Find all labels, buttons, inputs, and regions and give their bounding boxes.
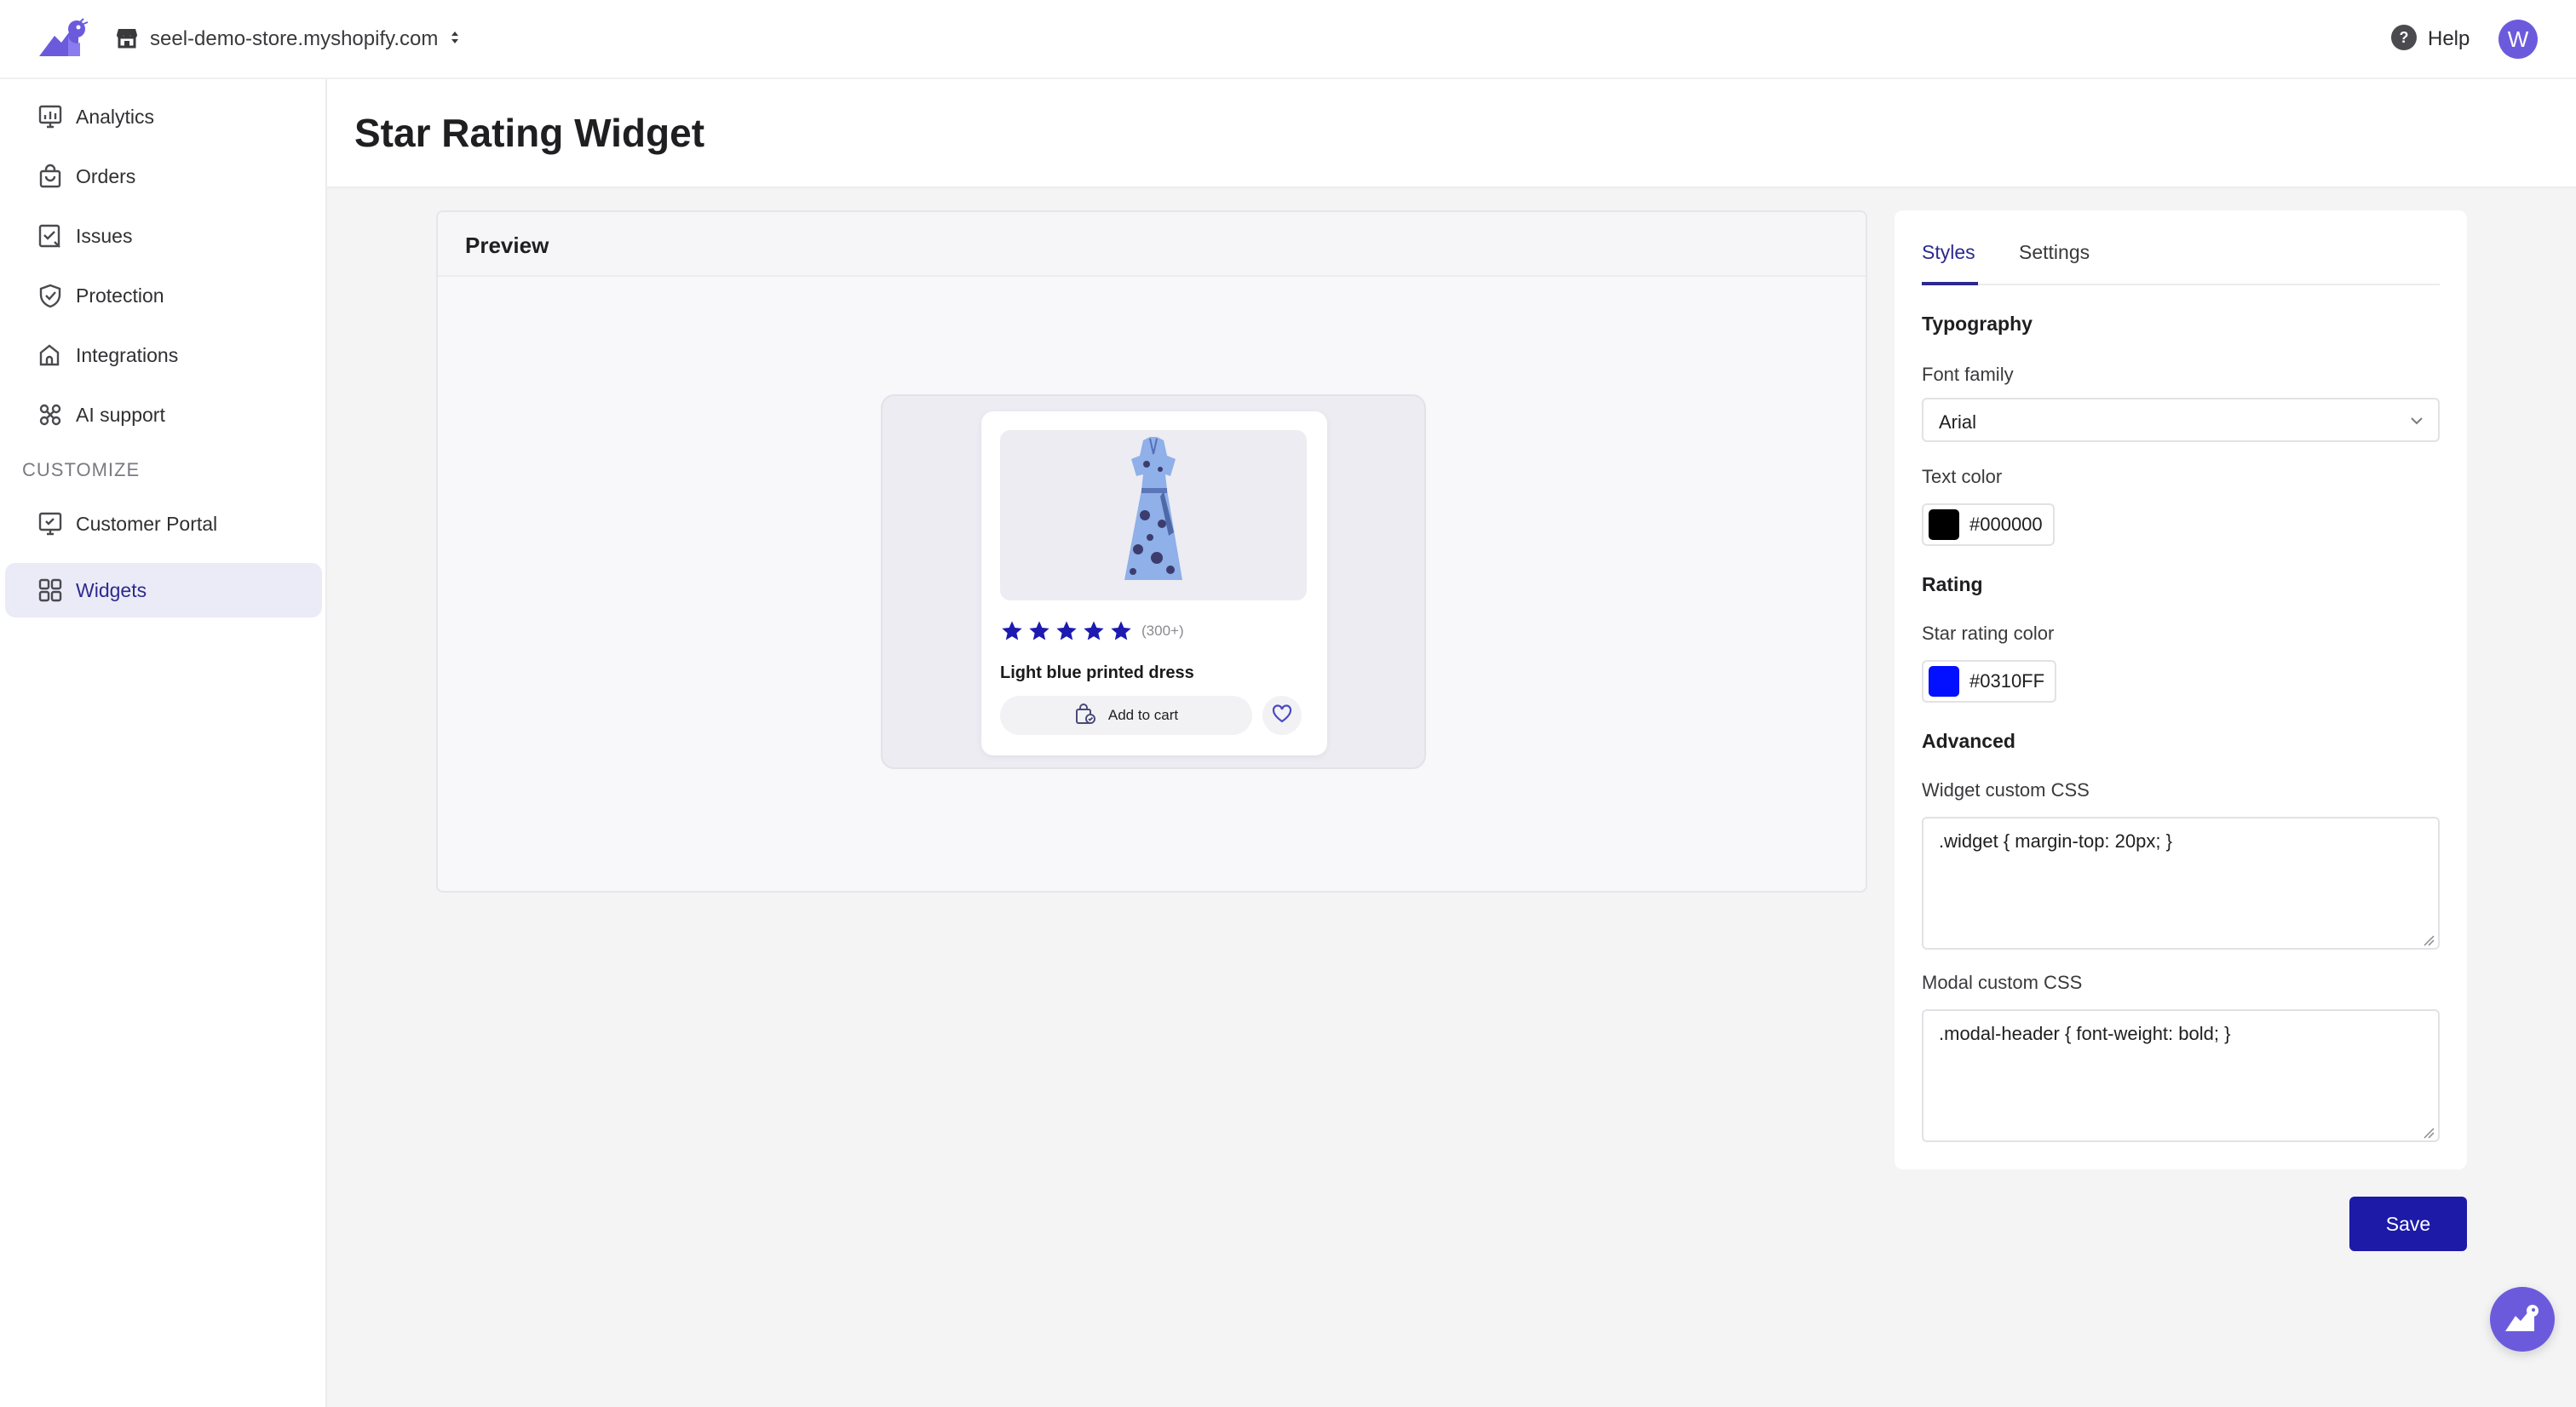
- dress-illustration: [1124, 437, 1182, 580]
- sidebar-item-label: AI support: [76, 403, 165, 426]
- tab-settings[interactable]: Settings: [2019, 241, 2090, 285]
- widgets-grid-icon: [37, 577, 63, 603]
- star-icon: [1029, 621, 1049, 640]
- sidebar-item-label: Customer Portal: [76, 512, 218, 535]
- font-family-value: Arial: [1939, 411, 1977, 433]
- star-icon: [1002, 621, 1022, 640]
- ai-support-icon: [37, 402, 63, 428]
- font-family-select[interactable]: Arial: [1922, 398, 2440, 442]
- modal-css-label: Modal custom CSS: [1922, 972, 2083, 993]
- store-icon: [116, 26, 138, 53]
- star-color-label: Star rating color: [1922, 623, 2055, 644]
- sidebar-item-customer-portal[interactable]: Customer Portal: [5, 497, 322, 551]
- tab-styles[interactable]: Styles: [1922, 241, 1978, 285]
- sidebar: Analytics Orders Issues Protection Integ…: [0, 79, 327, 1407]
- star-icon: [1084, 621, 1104, 640]
- top-bar: seel-demo-store.myshopify.com ? Help W: [0, 0, 2576, 79]
- resize-handle-icon[interactable]: [2423, 934, 2435, 946]
- settings-tabs: Styles Settings: [1922, 241, 2440, 285]
- sidebar-item-integrations[interactable]: Integrations: [5, 328, 322, 382]
- resize-handle-icon[interactable]: [2423, 1127, 2435, 1139]
- star-color-picker[interactable]: #0310FF: [1922, 660, 2057, 703]
- sidebar-item-label: Analytics: [76, 105, 155, 128]
- rating-title: Rating: [1922, 573, 1983, 595]
- text-color-picker[interactable]: #000000: [1922, 503, 2055, 546]
- add-to-cart-label: Add to cart: [1107, 707, 1179, 723]
- orders-bag-icon: [37, 164, 63, 189]
- preview-card: Preview (300+) Light blue printed dress …: [436, 210, 1867, 893]
- section-label-customize: CUSTOMIZE: [22, 459, 141, 480]
- sidebar-item-analytics[interactable]: Analytics: [5, 89, 322, 144]
- text-color-value: #000000: [1969, 514, 2043, 535]
- product-image: [1000, 430, 1307, 600]
- star-icon: [1111, 621, 1131, 640]
- star-icon: [1056, 621, 1077, 640]
- issues-icon: [37, 223, 63, 249]
- chevron-down-icon: [2409, 413, 2424, 428]
- store-name: seel-demo-store.myshopify.com: [150, 27, 439, 50]
- sidebar-item-widgets[interactable]: Widgets: [5, 563, 322, 617]
- sidebar-item-label: Protection: [76, 284, 164, 307]
- sidebar-item-issues[interactable]: Issues: [5, 209, 322, 263]
- sidebar-item-label: Integrations: [76, 343, 179, 366]
- svg-text:?: ?: [2400, 29, 2409, 46]
- add-to-cart-button[interactable]: Add to cart: [1000, 696, 1252, 735]
- monitor-icon: [37, 511, 63, 537]
- preview-stage: (300+) Light blue printed dress Add to c…: [881, 394, 1426, 769]
- star-rating: (300+): [1000, 619, 1184, 643]
- shield-check-icon: [37, 283, 63, 308]
- up-down-chevron-icon: [450, 29, 460, 50]
- save-button[interactable]: Save: [2349, 1197, 2467, 1251]
- wishlist-button[interactable]: [1262, 696, 1302, 735]
- widget-css-label: Widget custom CSS: [1922, 779, 2090, 801]
- preview-title: Preview: [465, 233, 549, 258]
- chat-launcher-icon: [2504, 1302, 2541, 1337]
- sidebar-item-ai-support[interactable]: AI support: [5, 388, 322, 442]
- product-name: Light blue printed dress: [1000, 663, 1194, 682]
- puzzle-icon: [37, 342, 63, 368]
- help-label: Help: [2428, 27, 2470, 50]
- preview-header: Preview: [438, 212, 1866, 277]
- heart-icon: [1272, 704, 1292, 727]
- sidebar-item-label: Widgets: [76, 578, 147, 601]
- chat-launcher-button[interactable]: [2490, 1287, 2555, 1352]
- user-avatar[interactable]: W: [2498, 20, 2538, 59]
- help-link[interactable]: ? Help: [2390, 22, 2470, 56]
- sidebar-item-orders[interactable]: Orders: [5, 149, 322, 204]
- product-card: (300+) Light blue printed dress Add to c…: [981, 411, 1327, 755]
- text-color-label: Text color: [1922, 466, 2003, 487]
- sidebar-item-label: Issues: [76, 224, 133, 247]
- help-icon: ?: [2390, 24, 2418, 55]
- review-count: (300+): [1141, 623, 1184, 639]
- shopping-bag-icon: [1074, 703, 1096, 729]
- page-title: Star Rating Widget: [354, 111, 705, 155]
- sidebar-item-label: Orders: [76, 164, 136, 187]
- sidebar-item-protection[interactable]: Protection: [5, 268, 322, 323]
- star-color-swatch[interactable]: [1929, 666, 1959, 697]
- modal-css-textarea[interactable]: .modal-header { font-weight: bold; }: [1922, 1009, 2440, 1142]
- settings-panel: Styles Settings Typography Font family A…: [1895, 210, 2467, 1169]
- app-logo-icon[interactable]: [37, 17, 90, 60]
- page-header: Star Rating Widget: [327, 79, 2576, 188]
- typography-title: Typography: [1922, 313, 2033, 335]
- advanced-title: Advanced: [1922, 730, 2015, 752]
- star-color-value: #0310FF: [1969, 670, 2045, 692]
- font-family-label: Font family: [1922, 364, 2014, 385]
- widget-css-textarea[interactable]: .widget { margin-top: 20px; }: [1922, 817, 2440, 950]
- analytics-icon: [37, 104, 63, 129]
- text-color-swatch[interactable]: [1929, 509, 1959, 540]
- store-switcher[interactable]: seel-demo-store.myshopify.com: [116, 24, 460, 55]
